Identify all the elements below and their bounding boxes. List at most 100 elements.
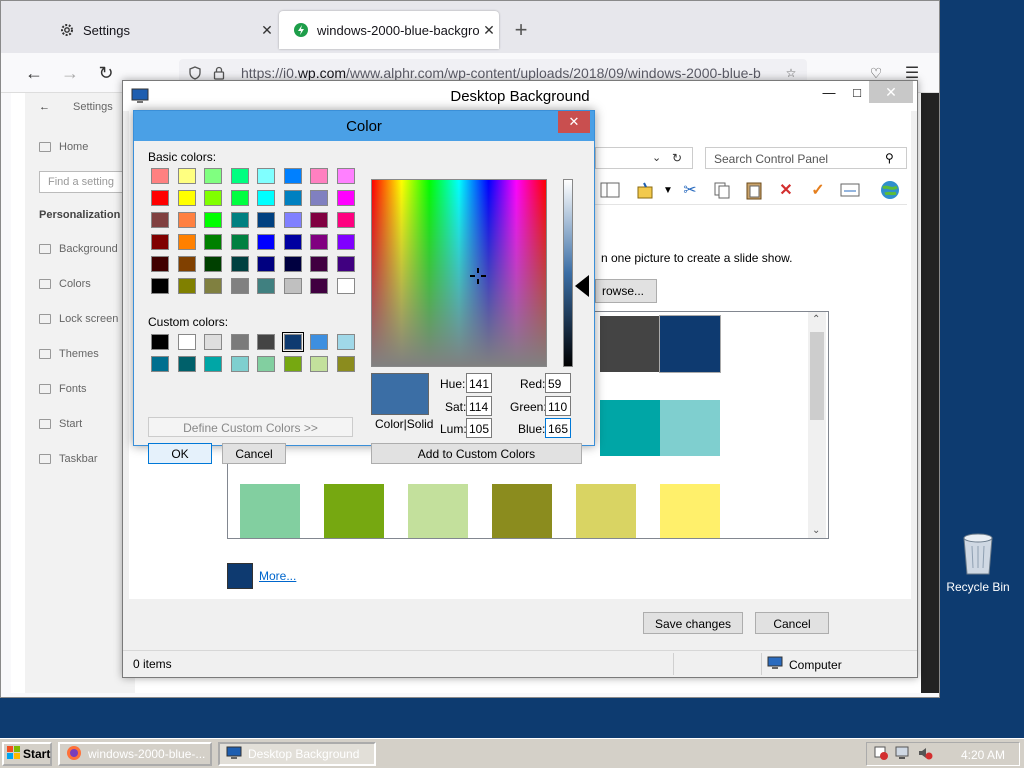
sat-field[interactable]: 114 <box>466 396 492 416</box>
color-swatch[interactable] <box>660 400 720 456</box>
color-spectrum[interactable] <box>371 179 547 367</box>
basic-color-cell[interactable] <box>257 278 275 294</box>
chevron-down-icon[interactable]: ▼ <box>657 180 679 200</box>
star-icon[interactable]: ☆ <box>783 65 799 81</box>
basic-color-cell[interactable] <box>336 278 355 294</box>
basic-color-cell[interactable] <box>204 212 222 228</box>
basic-color-cell[interactable] <box>283 234 302 250</box>
settings-home[interactable]: Home <box>39 141 88 153</box>
basic-color-cell[interactable] <box>310 212 328 228</box>
sidebar-item-taskbar[interactable]: Taskbar <box>39 453 98 465</box>
custom-color-cell[interactable] <box>257 356 275 372</box>
cut-icon[interactable]: ✂ <box>679 180 701 200</box>
custom-color-cell[interactable] <box>230 356 249 372</box>
lum-field[interactable]: 105 <box>466 418 492 438</box>
back-icon[interactable]: ← <box>23 62 45 84</box>
basic-color-cell[interactable] <box>283 168 302 184</box>
hue-field[interactable]: 141 <box>466 373 492 393</box>
recycle-bin[interactable]: Recycle Bin <box>940 532 1016 594</box>
basic-color-cell[interactable] <box>151 278 169 294</box>
basic-color-cell[interactable] <box>257 234 275 250</box>
back-icon[interactable]: ← <box>39 101 50 113</box>
title-bar[interactable]: Desktop Background — □ ✕ <box>123 81 917 111</box>
color-swatch[interactable] <box>324 484 384 538</box>
sidebar-item-colors[interactable]: Colors <box>39 278 91 290</box>
custom-color-cell[interactable] <box>310 334 328 350</box>
reload-icon[interactable]: ↻ <box>95 62 117 84</box>
basic-color-cell[interactable] <box>177 190 196 206</box>
delete-icon[interactable]: ✕ <box>775 180 797 200</box>
basic-color-cell[interactable] <box>204 168 222 184</box>
forward-icon[interactable]: → <box>59 62 81 84</box>
basic-color-cell[interactable] <box>230 168 249 184</box>
luminosity-slider[interactable] <box>563 179 573 367</box>
crosshair-icon[interactable] <box>470 268 486 284</box>
layout-icon[interactable] <box>599 180 621 200</box>
properties-icon[interactable] <box>635 180 657 200</box>
new-tab-button[interactable]: + <box>509 17 533 43</box>
sidebar-item-fonts[interactable]: Fonts <box>39 383 87 395</box>
basic-color-cell[interactable] <box>283 212 302 228</box>
sidebar-item-background[interactable]: Background <box>39 243 118 255</box>
add-to-custom-colors-button[interactable]: Add to Custom Colors <box>371 443 582 464</box>
custom-color-cell[interactable] <box>151 356 169 372</box>
close-icon[interactable]: ✕ <box>257 22 277 39</box>
basic-color-cell[interactable] <box>336 234 355 250</box>
basic-color-cell[interactable] <box>151 256 169 272</box>
basic-color-cell[interactable] <box>336 256 355 272</box>
custom-color-cell[interactable] <box>336 334 355 350</box>
globe-icon[interactable] <box>879 180 901 200</box>
ok-button[interactable]: OK <box>148 443 212 464</box>
color-swatch[interactable] <box>576 484 636 538</box>
custom-color-cell[interactable] <box>230 334 249 350</box>
basic-color-cell[interactable] <box>336 190 355 206</box>
color-swatch[interactable] <box>660 484 720 538</box>
basic-color-cell[interactable] <box>310 190 328 206</box>
basic-color-cell[interactable] <box>230 190 249 206</box>
basic-color-cell[interactable] <box>230 212 249 228</box>
close-button[interactable]: ✕ <box>869 81 913 103</box>
basic-color-cell[interactable] <box>283 190 302 206</box>
volume-muted-icon[interactable] <box>917 745 933 764</box>
basic-color-cell[interactable] <box>204 256 222 272</box>
more-link[interactable]: More... <box>259 569 296 583</box>
sidebar-item-themes[interactable]: Themes <box>39 348 99 360</box>
browse-button[interactable]: rowse... <box>595 279 657 303</box>
basic-color-cell[interactable] <box>257 212 275 228</box>
basic-color-cell[interactable] <box>177 256 196 272</box>
basic-color-cell[interactable] <box>336 168 355 184</box>
basic-color-cell[interactable] <box>283 256 302 272</box>
luminosity-arrow[interactable] <box>575 275 589 297</box>
close-icon[interactable]: ✕ <box>479 22 499 39</box>
dialog-title-bar[interactable]: Color ✕ <box>134 111 594 141</box>
basic-color-cell[interactable] <box>151 212 169 228</box>
refresh-icon[interactable]: ↻ <box>672 151 682 165</box>
network-icon[interactable] <box>895 745 911 764</box>
chevron-up-icon[interactable]: ⌃ <box>812 314 820 325</box>
custom-color-cell[interactable] <box>257 334 275 350</box>
color-swatch[interactable] <box>600 316 660 372</box>
gallery-scrollbar[interactable]: ⌃ ⌄ <box>808 312 826 538</box>
basic-color-cell[interactable] <box>177 278 196 294</box>
search-icon[interactable]: ⚲ <box>885 151 894 165</box>
custom-color-cell[interactable] <box>177 356 196 372</box>
basic-color-cell[interactable] <box>283 278 302 294</box>
chevron-down-icon[interactable]: ⌄ <box>652 151 661 164</box>
current-color-swatch[interactable] <box>227 563 253 589</box>
custom-color-cell[interactable] <box>151 334 169 350</box>
basic-color-cell[interactable] <box>204 190 222 206</box>
address-dropdown[interactable]: ⌄ ↻ <box>595 147 693 169</box>
basic-color-cell[interactable] <box>177 168 196 184</box>
basic-color-cell[interactable] <box>336 212 355 228</box>
color-swatch[interactable] <box>240 484 300 538</box>
save-changes-button[interactable]: Save changes <box>643 612 743 634</box>
basic-color-cell[interactable] <box>310 234 328 250</box>
basic-color-cell[interactable] <box>230 278 249 294</box>
basic-color-cell[interactable] <box>257 256 275 272</box>
custom-color-cell[interactable] <box>204 334 222 350</box>
basic-color-cell[interactable] <box>257 190 275 206</box>
color-swatch-selected[interactable] <box>659 315 721 373</box>
taskbar-item-desktop-background[interactable]: Desktop Background <box>218 742 376 766</box>
blue-field[interactable]: 165 <box>545 418 571 438</box>
basic-color-cell[interactable] <box>204 234 222 250</box>
